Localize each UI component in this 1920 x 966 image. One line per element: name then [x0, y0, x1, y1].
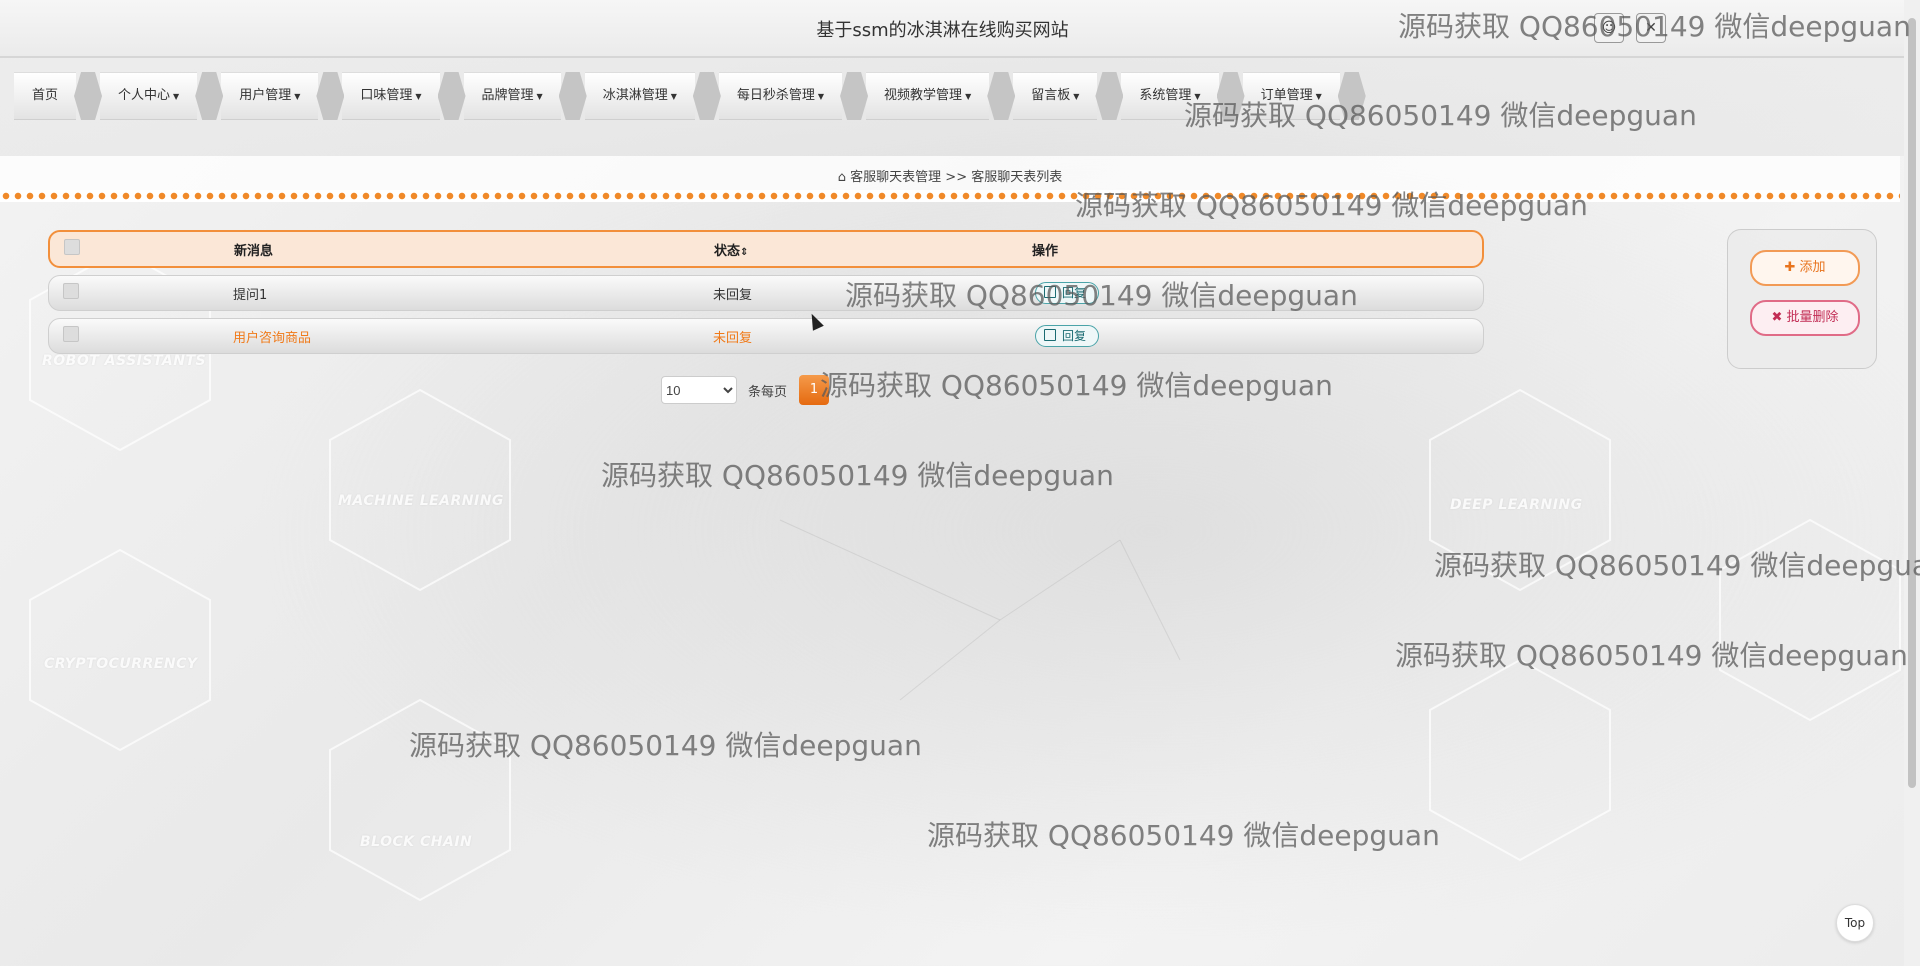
watermark: 源码获取 QQ86050149 微信deepguan	[601, 459, 1114, 492]
nav-label: 品牌管理	[481, 88, 534, 103]
nav-item-brands[interactable]: 品牌管理 ▼	[463, 72, 561, 120]
caret-down-icon: ▼	[1315, 92, 1322, 101]
caret-down-icon: ▼	[1073, 92, 1080, 101]
plus-icon: ✚	[1784, 260, 1796, 275]
nav-label: 留言板	[1031, 88, 1071, 103]
scrollbar-thumb[interactable]	[1908, 18, 1916, 788]
breadcrumb-separator: >>	[945, 170, 968, 185]
nav-label: 视频教学管理	[884, 88, 963, 103]
table-row: 用户咨询商品 未回复 回复	[48, 318, 1484, 354]
edit-icon	[1044, 329, 1056, 341]
column-header-message: 新消息	[234, 243, 274, 259]
nav-separator	[1337, 72, 1366, 120]
nav-item-video[interactable]: 视频教学管理 ▼	[866, 72, 990, 120]
nav-label: 个人中心	[118, 88, 171, 103]
caret-down-icon: ▼	[1194, 92, 1201, 101]
nav-item-icecream[interactable]: 冰淇淋管理 ▼	[584, 72, 695, 120]
table-header: 新消息 状态⇕ 操作	[48, 230, 1484, 268]
nav-separator	[1216, 72, 1245, 120]
bg-label: CRYPTOCURRENCY	[44, 656, 198, 672]
watermark: 源码获取 QQ86050149 微信deepguan	[927, 819, 1440, 852]
action-panel: ✚ 添加 ✖ 批量删除	[1727, 229, 1877, 369]
breadcrumb-section[interactable]: 客服聊天表管理	[850, 170, 941, 185]
caret-down-icon: ▼	[173, 92, 180, 101]
home-icon[interactable]: ⌂	[838, 170, 846, 185]
nav-separator	[987, 72, 1016, 120]
sort-icon[interactable]: ⇕	[740, 247, 748, 258]
nav-label: 订单管理	[1260, 88, 1313, 103]
nav-separator	[1095, 72, 1124, 120]
pagination: 10 条每页 1	[661, 375, 830, 405]
edit-icon	[1044, 286, 1056, 298]
column-header-status[interactable]: 状态⇕	[714, 240, 1032, 259]
caret-down-icon: ▼	[415, 92, 422, 101]
close-icon: ✖	[1771, 310, 1783, 325]
batch-delete-label: 批量删除	[1786, 310, 1839, 325]
user-icon[interactable]: ☺	[1594, 13, 1624, 43]
watermark: 源码获取 QQ86050149 微信deepguan	[820, 369, 1333, 402]
per-page-label: 条每页	[748, 384, 788, 400]
row-checkbox[interactable]	[63, 326, 79, 342]
nav-item-users[interactable]: 用户管理 ▼	[221, 72, 319, 120]
column-header-action: 操作	[1032, 243, 1059, 259]
chat-table: 新消息 状态⇕ 操作 提问1 未回复 回复 用户咨询商品 未回复 回复	[48, 230, 1484, 361]
reply-label: 回复	[1062, 329, 1087, 343]
nav-separator	[195, 72, 224, 120]
add-button[interactable]: ✚ 添加	[1750, 250, 1860, 286]
caret-down-icon: ▼	[817, 92, 825, 101]
add-label: 添加	[1799, 260, 1826, 275]
reply-label: 回复	[1062, 286, 1087, 300]
status-header-label: 状态	[714, 243, 741, 259]
nav-separator	[74, 72, 103, 120]
nav-label: 每日秒杀管理	[736, 88, 815, 103]
reply-button[interactable]: 回复	[1035, 325, 1100, 347]
bg-label: BLOCK CHAIN	[360, 834, 473, 850]
nav-item-flash-sale[interactable]: 每日秒杀管理 ▼	[718, 72, 843, 120]
row-checkbox[interactable]	[63, 283, 79, 299]
page-number-current[interactable]: 1	[799, 375, 830, 405]
nav-label: 冰淇淋管理	[602, 88, 668, 103]
nav-item-home[interactable]: 首页	[14, 72, 77, 120]
nav-item-flavors[interactable]: 口味管理 ▼	[342, 72, 440, 120]
nav-label: 用户管理	[239, 88, 292, 103]
watermark: 源码获取 QQ86050149 微信deepguan	[1434, 549, 1920, 582]
caret-down-icon: ▼	[670, 92, 677, 101]
nav-separator	[692, 72, 721, 120]
nav-label: 口味管理	[360, 88, 413, 103]
nav-item-system[interactable]: 系统管理 ▼	[1121, 72, 1219, 120]
status-cell: 未回复	[713, 287, 753, 303]
nav-separator	[558, 72, 587, 120]
breadcrumb-current: 客服聊天表列表	[971, 170, 1063, 185]
watermark: 源码获取 QQ86050149 微信deepguan	[1395, 639, 1908, 672]
page-size-select[interactable]: 10	[661, 376, 737, 404]
breadcrumb: ⌂ 客服聊天表管理 >> 客服聊天表列表	[0, 166, 1900, 185]
reply-button[interactable]: 回复	[1035, 282, 1100, 304]
nav-item-profile[interactable]: 个人中心 ▼	[100, 72, 198, 120]
nav-label: 系统管理	[1139, 88, 1192, 103]
nav-item-orders[interactable]: 订单管理 ▼	[1242, 72, 1340, 120]
message-cell: 用户咨询商品	[233, 330, 312, 346]
message-cell: 提问1	[233, 287, 268, 303]
nav-separator	[316, 72, 345, 120]
watermark: 源码获取 QQ86050149 微信deepguan	[409, 729, 922, 762]
batch-delete-button[interactable]: ✖ 批量删除	[1750, 300, 1860, 336]
back-to-top-button[interactable]: Top	[1836, 904, 1874, 942]
scrollbar[interactable]	[1904, 0, 1920, 966]
table-row: 提问1 未回复 回复	[48, 275, 1484, 311]
caret-down-icon: ▼	[536, 92, 543, 101]
bg-label: DEEP LEARNING	[1450, 497, 1583, 513]
nav-separator	[840, 72, 869, 120]
dotted-divider	[0, 190, 1900, 202]
caret-down-icon: ▼	[294, 92, 301, 101]
select-all-checkbox[interactable]	[64, 239, 80, 255]
bg-label: MACHINE LEARNING	[338, 493, 504, 509]
nav-label: 首页	[32, 88, 59, 103]
nav-separator	[437, 72, 466, 120]
nav-item-message-board[interactable]: 留言板 ▼	[1013, 72, 1098, 120]
close-icon[interactable]: ✕	[1636, 13, 1666, 43]
caret-down-icon: ▼	[965, 92, 972, 101]
main-nav: 首页 个人中心 ▼ 用户管理 ▼ 口味管理 ▼ 品牌管理 ▼ 冰淇淋管理 ▼ 每日秒杀管理…	[14, 72, 1366, 120]
status-cell: 未回复	[713, 330, 753, 346]
top-header: 基于ssm的冰淇淋在线购买网站 ☺ ✕	[0, 0, 1920, 58]
